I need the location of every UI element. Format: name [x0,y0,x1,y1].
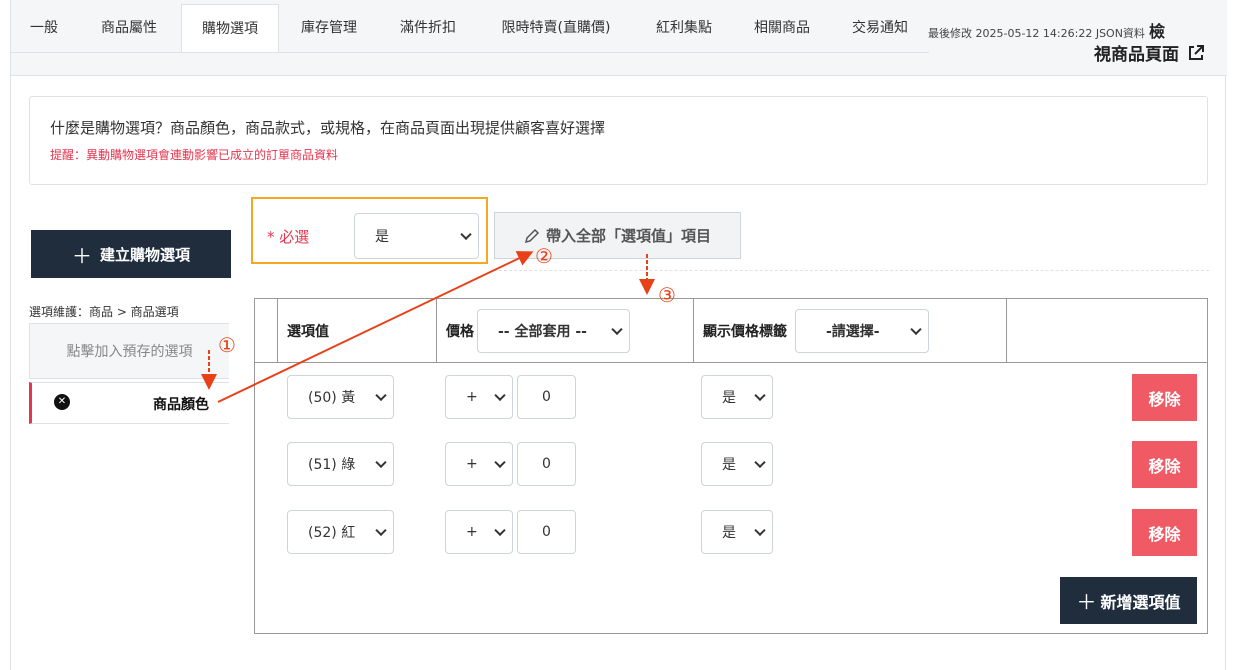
option-item-color[interactable]: ✕ 商品顏色 [29,382,229,424]
tab-bar: 一般 商品屬性 購物選項 庫存管理 滿件折扣 限時特賣(直購價) 紅利集點 相關… [11,0,1227,76]
info-box: 什麼是購物選項？商品顏色，商品款式，或規格，在商品頁面出現提供顧客喜好選擇 提醒… [29,96,1208,185]
price-tag-select[interactable]: -請選擇- [795,309,929,353]
import-all-values-button[interactable]: 帶入全部「選項值」項目 [494,212,741,259]
add-option-value-button[interactable]: ＋ 新增選項值 [1060,577,1197,624]
option-value: (51) 綠 [308,457,356,473]
price-input[interactable]: 0 [517,375,576,419]
required-highlight: * 必選 是 [251,197,488,264]
tab-flash-sale[interactable]: 限時特賣(直購價) [477,4,635,52]
tab-inventory[interactable]: 庫存管理 [279,4,379,52]
price-apply-all-value: -- 全部套用 -- [498,324,587,340]
price-apply-all-select[interactable]: -- 全部套用 -- [477,309,630,353]
tag-value: 是 [722,457,736,473]
remove-button[interactable]: 移除 [1132,441,1197,488]
tab-notifications[interactable]: 交易通知 [831,4,929,52]
price-input[interactable]: 0 [517,442,576,486]
header-price-tag: 顯示價格標籤 -請選擇- [693,299,1006,362]
tab-bulk-discount[interactable]: 滿件折扣 [379,4,477,52]
price-tag-select-value: -請選擇- [826,324,880,340]
tag-value: 是 [722,390,736,406]
tab-attributes[interactable]: 商品屬性 [77,4,181,52]
chevron-down-icon [494,524,506,537]
annotation-marker-2: ② [535,244,553,268]
last-modified: 最後修改 2025-05-12 14:26:22 JSON資料檢 [928,18,1165,42]
price-sign: + [466,524,478,540]
header-value: 選項值 [277,299,436,362]
option-value-select[interactable]: (52) 紅 [287,510,394,554]
plus-icon: ＋ [71,243,92,268]
header-actions [1006,299,1207,362]
price-sign-select[interactable]: + [445,375,513,419]
option-value-select[interactable]: (51) 綠 [287,442,394,486]
plus-icon: ＋ [1076,590,1097,614]
chevron-down-icon [910,323,922,336]
remove-button[interactable]: 移除 [1132,509,1197,556]
last-modified-text: 最後修改 2025-05-12 14:26:22 JSON資料 [928,27,1145,40]
breadcrumb: 選項維護：商品 > 商品選項 [29,305,179,319]
tag-value: 是 [722,525,736,541]
preset-options-button[interactable]: 點擊加入預存的選項 [29,323,229,379]
external-link-icon [1189,44,1204,60]
info-question: 什麼是購物選項？商品顏色，商品款式，或規格，在商品頁面出現提供顧客喜好選擇 [50,119,606,137]
annotation-marker-3: ③ [658,283,676,307]
info-warning: 提醒：異動購物選項會連動影響已成立的訂單商品資料 [50,148,339,162]
pencil-icon [524,228,540,243]
view-product-page-link[interactable]: 視商品頁面 [1094,40,1205,65]
header-tag-label: 顯示價格標籤 [703,324,787,340]
dashed-divider [494,270,1209,271]
remove-button[interactable]: 移除 [1132,374,1197,421]
close-icon[interactable]: ✕ [54,394,70,410]
tabs: 一般 商品屬性 購物選項 庫存管理 滿件折扣 限時特賣(直購價) 紅利集點 相關… [11,4,929,52]
tab-related-products[interactable]: 相關商品 [733,4,831,52]
chevron-down-icon [460,228,472,241]
tab-shopping-options[interactable]: 購物選項 [181,4,279,52]
price-input[interactable]: 0 [517,510,576,554]
option-value: (50) 黃 [308,390,356,406]
required-label: * 必選 [267,228,310,246]
option-values-table: 選項值 價格 -- 全部套用 -- 顯示價格標籤 -請選擇- (50) 黃 + [254,298,1208,634]
price-sign-select[interactable]: + [445,442,513,486]
option-item-label: 商品顏色 [153,397,209,413]
tab-general[interactable]: 一般 [11,4,77,52]
price-sign-select[interactable]: + [445,510,513,554]
table-header: 選項值 價格 -- 全部套用 -- 顯示價格標籤 -請選擇- [255,299,1207,363]
chevron-down-icon [754,389,766,402]
annotation-marker-1: ① [218,333,236,357]
view-prefix[interactable]: 檢 [1149,22,1165,41]
create-option-label: 建立購物選項 [99,245,190,264]
tab-divider [11,52,929,53]
header-value-label: 選項值 [287,324,329,340]
view-page-label: 視商品頁面 [1094,45,1179,65]
tag-select[interactable]: 是 [701,442,773,486]
import-all-label: 帶入全部「選項值」項目 [545,227,711,245]
tag-select[interactable]: 是 [701,375,773,419]
chevron-down-icon [494,389,506,402]
option-value-select[interactable]: (50) 黃 [287,375,394,419]
chevron-down-icon [494,456,506,469]
chevron-down-icon [611,323,623,336]
price-sign: + [466,389,478,405]
chevron-down-icon [754,524,766,537]
required-select-value: 是 [375,229,389,245]
chevron-down-icon [754,456,766,469]
tab-bonus-points[interactable]: 紅利集點 [635,4,733,52]
add-option-value-label: 新增選項值 [1100,592,1181,612]
header-price-label: 價格 [446,324,474,340]
chevron-down-icon [375,456,387,469]
chevron-down-icon [375,524,387,537]
chevron-down-icon [375,389,387,402]
create-option-button[interactable]: ＋ 建立購物選項 [31,230,231,278]
required-select[interactable]: 是 [354,213,479,259]
tag-select[interactable]: 是 [701,510,773,554]
option-value: (52) 紅 [308,525,356,541]
header-price: 價格 -- 全部套用 -- [436,299,693,362]
price-sign: + [466,456,478,472]
main-frame: 一般 商品屬性 購物選項 庫存管理 滿件折扣 限時特賣(直購價) 紅利集點 相關… [10,0,1227,670]
